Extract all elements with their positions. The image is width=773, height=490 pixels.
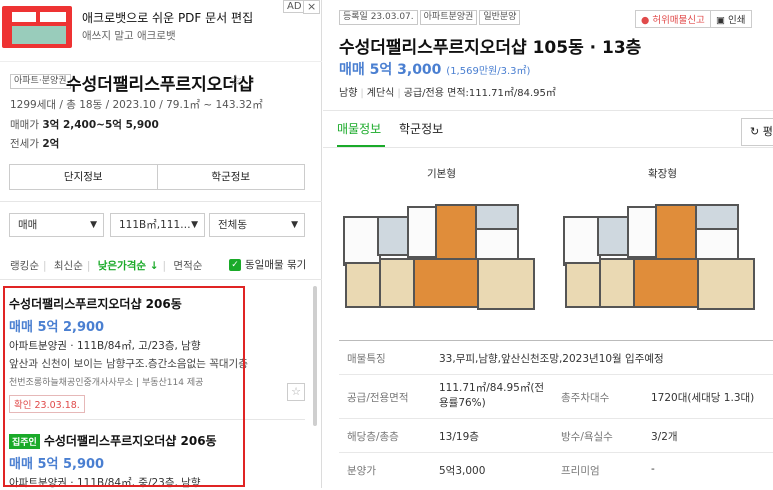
ad-close-icon[interactable]: × — [303, 0, 321, 14]
owner-badge: 집주인 — [9, 434, 40, 449]
row-label-2: 프리미엄 — [561, 465, 600, 477]
area-select[interactable]: 111B㎡,111… ▼ — [110, 213, 205, 237]
row-value: 5억3,000 — [439, 465, 486, 477]
trade-type-value: 매매 — [18, 219, 38, 231]
listing-favorite-star-icon[interactable]: ☆ — [287, 383, 305, 401]
floorplan-extended-image[interactable] — [563, 188, 758, 318]
row-value: 13/19층 — [439, 431, 479, 443]
listing-title: 수성더팰리스푸르지오더샵 206동 — [9, 297, 182, 311]
complex-jeonse-price: 전세가 2억 — [10, 136, 59, 151]
left-panel: 애크로뱃으로 쉬운 PDF 문서 편집 애쓰지 말고 애크로뱃 AD × 아파트… — [0, 0, 322, 490]
table-row: 해당층/총층 13/19층 방수/욕실수 3/2개 — [339, 419, 773, 453]
table-row: 공급/전용면적 111.71㎡/84.95㎡(전용률76%) 총주차대수 172… — [339, 375, 773, 419]
divider — [323, 110, 773, 111]
floorplan-label-extended: 확장형 — [648, 168, 677, 180]
complex-button-row: 단지정보 학군정보 — [9, 164, 305, 190]
chevron-down-icon: ▼ — [90, 220, 97, 230]
sort-area[interactable]: 면적순 — [173, 260, 202, 272]
row-value-2: - — [651, 463, 655, 475]
listing-title-row: 집주인 수성더팰리스푸르지오더샵 206동 — [9, 432, 305, 449]
checkbox-label: 동일매물 묶기 — [245, 259, 307, 271]
detail-title: 수성더팰리스푸르지오더샵 105동 · 13층 — [339, 38, 642, 58]
row-value: 111.71㎡/84.95㎡(전용률76%) — [439, 382, 545, 409]
floorplan-basic-image[interactable] — [343, 188, 538, 318]
ad-thumbnail[interactable] — [2, 6, 72, 48]
row-label-2: 총주차대수 — [561, 392, 610, 404]
complex-type-tag: 아파트·분양권 — [10, 74, 71, 89]
detail-price-value: 매매 5억 3,000 — [339, 62, 442, 78]
chevron-down-icon: ▼ — [191, 220, 198, 230]
listing-item[interactable]: 집주인 수성더팰리스푸르지오더샵 206동 매매 5억 5,900 아파트분양권 … — [9, 432, 305, 490]
stair-type: 계단식 — [366, 88, 395, 99]
favorite-star-icon[interactable]: ☆ — [229, 71, 242, 89]
area-info: 공급/전용 면적:111.71㎡/84.95㎡ — [403, 88, 556, 99]
detail-price: 매매 5억 3,000 (1,569만원/3.3㎡) — [339, 59, 530, 79]
row-label: 분양가 — [347, 465, 376, 477]
ad-subtitle[interactable]: 애쓰지 말고 애크로뱃 — [82, 28, 176, 43]
jeonse-label: 전세가 — [10, 138, 39, 150]
table-row: 분양가 5억3,000 프리미엄 - — [339, 453, 773, 487]
floorplan-label-basic: 기본형 — [427, 168, 456, 180]
checkmark-icon: ✓ — [229, 259, 241, 271]
sale-label: 매매가 — [10, 119, 39, 131]
listing-agent: 천번조롱하늘채공인중개사사무소 | 부동산114 제공 — [9, 378, 204, 388]
row-value-2: 3/2개 — [651, 431, 678, 443]
divider — [323, 147, 773, 148]
direction: 남향 — [339, 88, 358, 99]
jeonse-value: 2억 — [42, 138, 60, 150]
divider — [0, 279, 322, 280]
list-scrollbar[interactable] — [313, 286, 317, 426]
row-value: 33,무피,남향,앞산신천조망,2023년10월 입주예정 — [439, 353, 664, 365]
divider — [9, 419, 305, 420]
report-button[interactable]: ● 허위매물신고 — [635, 10, 711, 28]
print-icon: ▣ — [716, 15, 725, 26]
sort-latest[interactable]: 최신순 — [54, 260, 83, 272]
row-value-2: 1720대(세대당 1.3대) — [651, 392, 755, 404]
price-per-area: (1,569만원/3.3㎡) — [446, 66, 531, 77]
sort-ranking[interactable]: 랭킹순 — [10, 260, 39, 272]
chevron-down-icon: ▼ — [291, 220, 298, 230]
report-label: 허위매물신고 — [652, 15, 705, 26]
dong-value: 전체동 — [218, 219, 247, 231]
register-date-tag: 등록일 23.03.07. — [339, 10, 418, 25]
row-label-2: 방수/욕실수 — [561, 431, 613, 443]
area-value: 111B㎡,111… — [119, 219, 191, 231]
dong-select[interactable]: 전체동 ▼ — [209, 213, 305, 237]
ad-banner[interactable]: 애크로뱃으로 쉬운 PDF 문서 편집 애쓰지 말고 애크로뱃 AD × — [0, 0, 322, 62]
detail-panel: 등록일 23.03.07. 아파트분양권 일반분양 ● 허위매물신고 ▣ 인쇄 수성… — [323, 0, 773, 488]
row-label: 공급/전용면적 — [347, 392, 409, 404]
listing-summary: 아파트분양권 · 111B/84㎡, 고/23층, 남향 — [9, 340, 201, 352]
complex-sale-price: 매매가 3억 2,400~5억 5,900 — [10, 117, 159, 132]
detail-info: 남향 | 계단식 | 공급/전용 면적:111.71㎡/84.95㎡ — [339, 88, 556, 99]
complex-name: 수성더팰리스푸르지오더샵 — [66, 75, 254, 95]
complex-meta: 1299세대 / 총 18동 / 2023.10 / 79.1㎡ ~ 143.3… — [10, 99, 263, 111]
sale-value: 3억 2,400~5억 5,900 — [42, 119, 159, 131]
listing-title: 수성더팰리스푸르지오더샵 206동 — [43, 434, 217, 448]
listing-description: 앞산과 신천이 보이는 남향구조.층간소음없는 꼭대기층 — [9, 358, 248, 370]
confirm-date-badge: 확인 23.03.18. — [9, 395, 85, 413]
listing-item[interactable]: 수성더팰리스푸르지오더샵 206동 매매 5억 2,900 아파트분양권 · 1… — [9, 295, 305, 413]
row-label: 해당층/총층 — [347, 431, 399, 443]
print-button[interactable]: ▣ 인쇄 — [710, 10, 752, 28]
tab-school-info[interactable]: 학군정보 — [399, 120, 443, 137]
listing-price: 매매 5억 2,900 — [9, 320, 105, 335]
complex-info-button[interactable]: 단지정보 — [10, 165, 158, 189]
sale-type-tag: 일반분양 — [479, 10, 521, 25]
refresh-button[interactable]: ↻ 평 — [741, 118, 773, 146]
divider — [0, 201, 322, 202]
siren-icon: ● — [641, 15, 650, 26]
sort-options: 랭킹순 | 최신순 | 낮은가격순 ↓ | 면적순 — [10, 260, 203, 272]
school-info-button[interactable]: 학군정보 — [158, 165, 305, 189]
trade-type-select[interactable]: 매매 ▼ — [9, 213, 104, 237]
listing-price: 매매 5억 5,900 — [9, 457, 105, 472]
detail-tags: 등록일 23.03.07. 아파트분양권 일반분양 — [339, 9, 522, 25]
ad-title[interactable]: 애크로뱃으로 쉬운 PDF 문서 편집 — [82, 9, 253, 26]
print-label: 인쇄 — [728, 15, 746, 26]
tab-listing-info[interactable]: 매물정보 — [337, 120, 381, 137]
sort-low-price[interactable]: 낮은가격순 ↓ — [98, 260, 159, 272]
group-same-listing-checkbox[interactable]: ✓ 동일매물 묶기 — [229, 257, 306, 272]
row-label: 매물특징 — [347, 353, 386, 365]
type-tag: 아파트분양권 — [419, 10, 478, 25]
table-row: 매물특징 33,무피,남향,앞산신천조망,2023년10월 입주예정 — [339, 341, 773, 375]
